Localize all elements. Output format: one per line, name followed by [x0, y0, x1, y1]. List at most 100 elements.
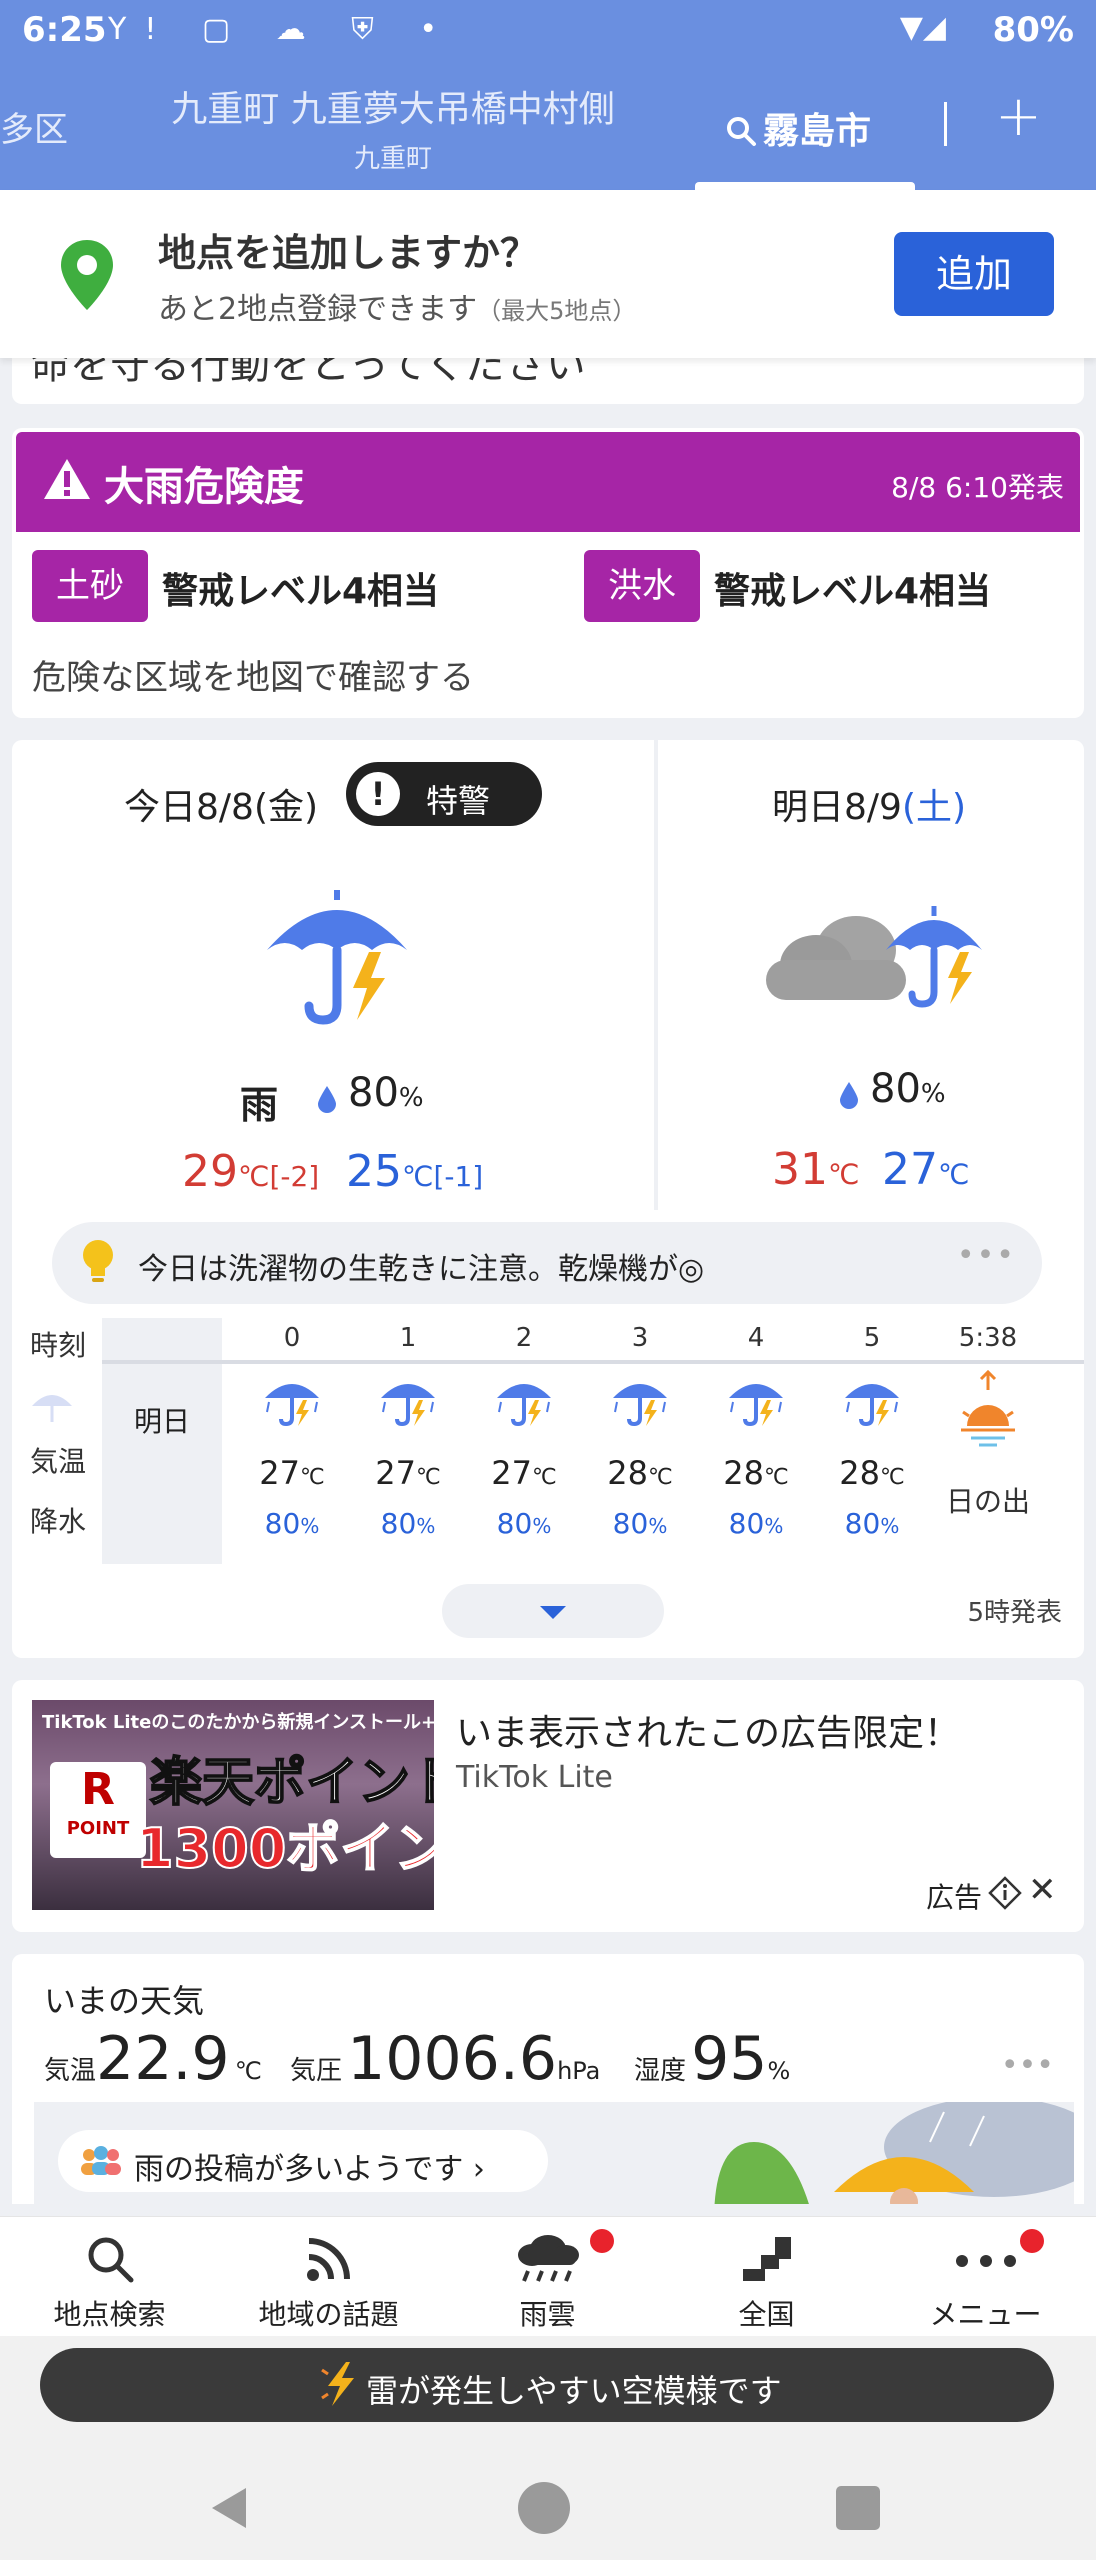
flood-level: 警戒レベル4相当	[714, 571, 992, 612]
nav-search[interactable]: 地点検索	[0, 2217, 219, 2337]
nav-search-label: 地点検索	[53, 2298, 166, 2331]
lightbulb-icon	[83, 1240, 113, 1282]
tab-kirishima-label: 霧島市	[763, 111, 872, 152]
rain-thunder-icon	[613, 1384, 667, 1427]
search-icon	[727, 117, 756, 146]
today-low: 25℃[-1]	[346, 1146, 484, 1197]
add-location-icon[interactable]: +	[995, 84, 1042, 149]
rain-posts-banner[interactable]: 雨の投稿が多いようです ›	[34, 2102, 1074, 2204]
row-label-precip: 降水	[30, 1505, 87, 1538]
lightning-icon	[321, 2362, 354, 2406]
tab-kokonoe-title: 九重町 九重夢大吊橋中村側	[171, 89, 615, 130]
heavy-rain-banner: 大雨危険度 8/8 6:10発表	[16, 432, 1080, 532]
hour-column: 1 27℃ 80%	[350, 1318, 466, 1546]
current-temp: 気温22.9 ℃	[44, 2024, 262, 2094]
hour-pop: 80%	[264, 1507, 320, 1540]
ad-image[interactable]: TikTok Liteのこのたかから新規インストール+ログインで R POINT…	[32, 1700, 434, 1910]
nav-menu[interactable]: メニュー	[876, 2217, 1095, 2337]
cloud-umbrella-thunder-icon	[766, 906, 982, 1008]
hour-column: 5 28℃ 80%	[814, 1318, 930, 1546]
menu-dots-icon	[955, 2255, 1016, 2267]
current-pressure: 気圧 1006.6hPa	[290, 2024, 601, 2094]
today-label: 今日8/8(金)	[124, 787, 319, 828]
current-more-icon[interactable]: •••	[1001, 2048, 1054, 2083]
signal-icon: ▼◢	[899, 10, 946, 45]
hour-temp: 27℃	[375, 1454, 441, 1492]
today-pop: 80%	[348, 1070, 424, 1116]
tab-kokonoe[interactable]: 九重町 九重夢大吊橋中村側 九重町	[168, 80, 618, 175]
hour-label: 1	[399, 1323, 417, 1353]
add-location-question: 地点を追加しますか？	[158, 231, 539, 275]
current-weather-card[interactable]: いまの天気 気温22.9 ℃ 気圧 1006.6hPa 湿度 95% ••• 雨…	[12, 1954, 1084, 2204]
nav-nationwide-label: 全国	[738, 2298, 795, 2331]
recents-icon[interactable]	[836, 2486, 880, 2530]
rakuten-r: R	[81, 1764, 115, 1815]
current-humidity: 湿度 95%	[634, 2024, 791, 2094]
heavy-rain-card[interactable]: 大雨危険度 8/8 6:10発表 土砂 警戒レベル4相当 洪水 警戒レベル4相当…	[12, 428, 1084, 718]
row-label-time: 時刻	[30, 1329, 87, 1362]
heavy-rain-title: 大雨危険度	[104, 464, 304, 510]
flood-tag: 洪水	[584, 550, 700, 622]
nav-local-topics-label: 地域の話題	[258, 2298, 399, 2331]
hour-pop: 80%	[380, 1507, 436, 1540]
rain-cloud-icon	[517, 2235, 579, 2282]
thunder-alert-text: 雷が発生しやすい空模様です	[366, 2372, 782, 2410]
today-weather: 雨	[240, 1083, 279, 1127]
tab-previous-location[interactable]: 多区	[0, 102, 68, 151]
hour-pop: 80%	[728, 1507, 784, 1540]
thunder-alert-bar[interactable]: 雷が発生しやすい空模様です	[40, 2348, 1054, 2422]
add-location-button[interactable]: 追加	[894, 232, 1054, 316]
tomorrow-pop: 80%	[870, 1066, 946, 1112]
ad-info-icon[interactable]	[988, 1876, 1022, 1910]
raindrop-icon	[840, 1082, 858, 1109]
tip-more-icon[interactable]: •••	[957, 1238, 1016, 1273]
add-location-banner: 地点を追加しますか？ あと2地点登録できます（最大5地点） 追加	[0, 190, 1096, 358]
location-pin-icon	[61, 240, 113, 310]
hour-column: 0 27℃ 80%	[234, 1318, 350, 1546]
sunrise-label: 日の出	[945, 1485, 1030, 1518]
laundry-tip[interactable]: 今日は洗濯物の生乾きに注意。乾燥機が◎ •••	[52, 1222, 1042, 1304]
hour-temp: 27℃	[491, 1454, 557, 1492]
day-column: 明日	[102, 1318, 222, 1564]
ad-card[interactable]: TikTok Liteのこのたかから新規インストール+ログインで R POINT…	[12, 1680, 1084, 1932]
umbrella-faded-icon	[32, 1395, 72, 1422]
umbrella-illustration	[714, 2102, 1074, 2204]
expand-hourly-button[interactable]	[442, 1584, 664, 1638]
tab-kirishima[interactable]: 霧島市	[695, 62, 915, 190]
tip-text: 今日は洗濯物の生乾きに注意。乾燥機が◎	[138, 1252, 705, 1287]
tomorrow-low: 27℃	[882, 1144, 970, 1195]
hour-column: 4 28℃ 80%	[698, 1318, 814, 1546]
hourly-forecast[interactable]: 時刻 気温 降水 明日 0 27℃ 80% 1 27℃ 80% 2 27℃ 80…	[12, 1318, 1084, 1568]
battery-level: 80%	[992, 10, 1074, 50]
nav-menu-label: メニュー	[929, 2298, 1042, 2331]
landslide-tag: 土砂	[32, 550, 148, 622]
nav-local-topics[interactable]: 地域の話題	[219, 2217, 438, 2337]
hour-label: 4	[747, 1323, 765, 1353]
tab-divider	[944, 102, 947, 146]
forecast-divider	[654, 740, 658, 1210]
hour-temp: 27℃	[259, 1454, 325, 1492]
active-tab-indicator	[695, 182, 915, 190]
hour-column: 2 27℃ 80%	[466, 1318, 582, 1546]
hour-temp: 28℃	[839, 1454, 905, 1492]
tomorrow-high: 31℃	[772, 1144, 860, 1195]
back-icon[interactable]	[208, 2484, 250, 2532]
exclamation-icon: !	[356, 772, 400, 816]
today-high: 29℃[-2]	[182, 1146, 320, 1197]
heavy-rain-issued: 8/8 6:10発表	[891, 471, 1064, 504]
sunrise-icon	[961, 1369, 1015, 1447]
ad-close-icon[interactable]: ✕	[1028, 1870, 1057, 1910]
home-icon[interactable]	[518, 2482, 570, 2534]
hourly-issued: 5時発表	[967, 1598, 1062, 1628]
special-warning-badge[interactable]: ! 特警	[346, 762, 542, 826]
rain-posts-pill[interactable]: 雨の投稿が多いようです ›	[58, 2130, 548, 2192]
hour-pop: 80%	[844, 1507, 900, 1540]
ad-label: 広告	[926, 1881, 983, 1914]
hour-label: 0	[283, 1323, 301, 1353]
ad-title[interactable]: いま表示されたこの広告限定！	[456, 1704, 960, 1756]
danger-map-link[interactable]: 危険な区域を地図で確認する	[32, 650, 474, 699]
ad-image-points: 1300ポイント	[135, 1816, 434, 1881]
nav-rain-cloud[interactable]: 雨雲	[438, 2217, 657, 2337]
feed-icon	[306, 2238, 350, 2281]
nav-nationwide[interactable]: 全国	[657, 2217, 876, 2337]
